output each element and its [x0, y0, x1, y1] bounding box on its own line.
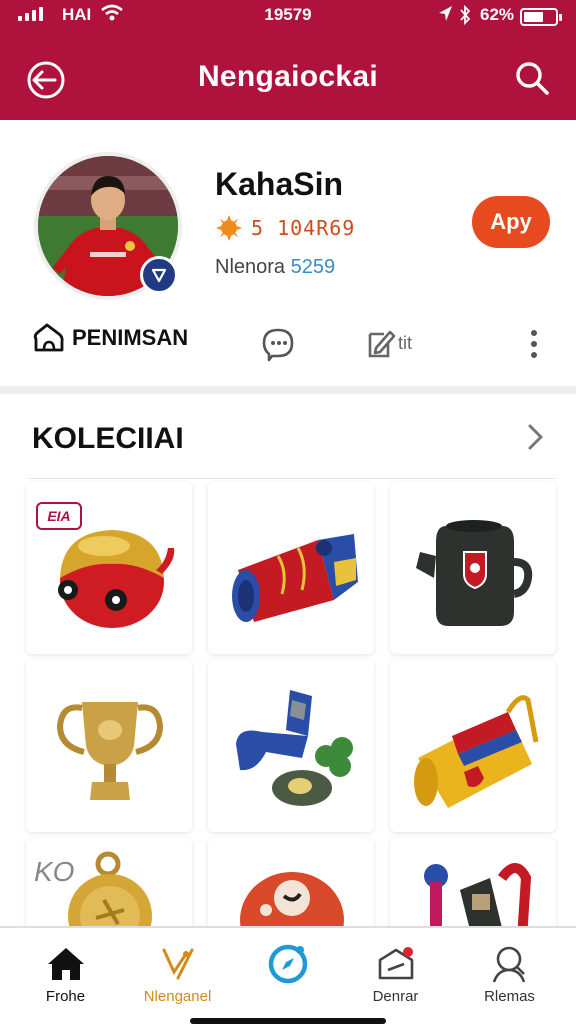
- collection-item-6[interactable]: [390, 660, 556, 832]
- scarf-mix-icon: [424, 863, 532, 938]
- collection-item-7[interactable]: KO: [26, 838, 192, 938]
- profile-name: KahaSin: [215, 166, 344, 202]
- bluetooth-icon: [460, 4, 471, 26]
- primary-action-label: PENIMSAN: [72, 325, 189, 350]
- points-value: 5 104R69: [251, 216, 356, 240]
- chevron-right-icon[interactable]: [522, 422, 548, 452]
- red-ball-icon: [240, 872, 344, 938]
- home-icon: [48, 948, 84, 980]
- collection-item-4[interactable]: [26, 660, 192, 832]
- red-blue-scarf-icon: [232, 534, 358, 622]
- collection-item-1[interactable]: EIA: [26, 482, 192, 654]
- tab-challenge-label: Nlenganel: [143, 988, 212, 1005]
- members-row: Nlenora 5259: [215, 256, 335, 279]
- section-divider: [0, 386, 576, 394]
- collection-item-2[interactable]: [208, 482, 374, 654]
- edit-button[interactable]: tit: [366, 326, 412, 360]
- app-header-bar: HAI 19579 62% Nengaiockai: [0, 0, 576, 120]
- sun-badge-icon: [216, 215, 242, 241]
- gold-medal-icon: [68, 851, 152, 938]
- status-bar: HAI 19579 62%: [0, 0, 576, 36]
- profile-icon: [492, 946, 526, 983]
- home-indicator: [190, 1018, 386, 1024]
- primary-action-button[interactable]: PENIMSAN: [32, 322, 188, 354]
- cloud-home-icon: [33, 323, 64, 352]
- members-value: 5259: [290, 256, 336, 278]
- tab-challenge[interactable]: Nlenganel: [120, 928, 235, 1024]
- black-kettle-icon: [416, 520, 533, 626]
- collection-rule: [28, 478, 556, 479]
- collection-item-3[interactable]: [390, 482, 556, 654]
- points-row: 5 104R69: [215, 214, 355, 242]
- verified-shield-icon: [140, 256, 178, 294]
- collection-title: KOLECIIAI: [32, 422, 184, 455]
- tab-home[interactable]: Frohe: [8, 928, 123, 1024]
- tab-home-label: Frohe: [45, 988, 86, 1005]
- members-label: Nlenora: [215, 256, 286, 278]
- location-icon: [439, 6, 452, 21]
- inbox-icon: [378, 947, 414, 980]
- tab-inbox-label: Denrar: [372, 988, 419, 1005]
- collection-item-9[interactable]: [390, 838, 556, 938]
- nav-header: Nengaiockai: [0, 44, 576, 114]
- add-button[interactable]: Apy: [472, 196, 550, 248]
- tab-explore[interactable]: [230, 928, 345, 1024]
- chat-icon[interactable]: [260, 326, 296, 362]
- tab-inbox[interactable]: Denrar: [338, 928, 453, 1024]
- compass-icon: [268, 944, 308, 984]
- collection-item-8[interactable]: [208, 838, 374, 938]
- tab-profile-label: Rlemas: [484, 988, 535, 1005]
- bolt-icon: [162, 948, 194, 980]
- battery-percent: 62%: [480, 5, 515, 24]
- bottom-tab-bar: Frohe Nlenganel Denrar Rlemas: [0, 926, 576, 1024]
- edit-icon: [368, 330, 396, 358]
- action-row: PENIMSAN tit: [0, 322, 576, 368]
- gold-trophy-icon: [56, 702, 164, 800]
- edit-label: tit: [398, 332, 413, 353]
- avatar[interactable]: [34, 152, 182, 300]
- blue-clover-icon: [236, 690, 353, 806]
- search-icon[interactable]: [512, 58, 552, 98]
- yellow-banner-icon: [414, 695, 539, 808]
- more-vertical-icon[interactable]: [524, 328, 544, 360]
- page-title: Nengaiockai: [197, 60, 379, 93]
- collection-header[interactable]: KOLECIIAI: [0, 410, 576, 470]
- battery-icon: [520, 8, 562, 26]
- tab-profile[interactable]: Rlemas: [452, 928, 567, 1024]
- red-gold-ball-icon: [58, 530, 175, 628]
- collection-item-5[interactable]: [208, 660, 374, 832]
